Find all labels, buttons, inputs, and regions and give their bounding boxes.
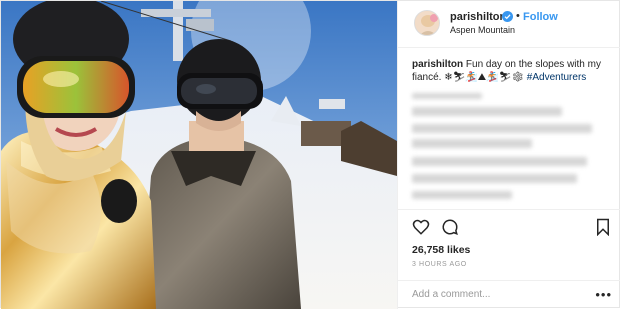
username-link[interactable]: parishilton [450, 11, 506, 23]
avatar-image [415, 11, 439, 35]
post-timestamp[interactable]: 3 HOURS AGO [412, 261, 467, 268]
bookmark-icon[interactable] [594, 218, 612, 236]
blurred-comment [412, 174, 577, 183]
heart-icon[interactable] [412, 218, 430, 236]
blurred-comment [412, 157, 587, 166]
likes-count[interactable]: 26,758 likes [412, 244, 470, 256]
post-header: parishilton • Follow Aspen Mountain [398, 1, 620, 48]
ski-selfie-image [1, 1, 397, 309]
blurred-comment [412, 93, 482, 99]
location-link[interactable]: Aspen Mountain [450, 25, 515, 35]
caption: parishilton Fun day on the slopes with m… [412, 58, 608, 84]
verified-badge-icon [502, 11, 513, 22]
comment-bar: ••• [398, 280, 620, 311]
post-photo[interactable] [1, 1, 397, 309]
caption-username[interactable]: parishilton [412, 59, 463, 70]
blurred-comment [412, 191, 512, 199]
comment-input[interactable] [412, 289, 582, 300]
comment-icon[interactable] [441, 218, 459, 236]
blurred-comment [412, 124, 592, 133]
follow-button[interactable]: Follow [523, 11, 558, 23]
blurred-comment [412, 107, 562, 116]
blurred-comment [412, 139, 532, 148]
instagram-post: parishilton • Follow Aspen Mountain pari… [0, 0, 620, 309]
separator-dot: • [516, 10, 520, 22]
post-side-panel: parishilton • Follow Aspen Mountain pari… [397, 1, 620, 309]
caption-hashtag[interactable]: #Adventurers [527, 72, 586, 83]
avatar[interactable] [414, 10, 440, 36]
more-options-icon[interactable]: ••• [595, 287, 612, 302]
post-actions: 26,758 likes 3 HOURS AGO ••• [398, 209, 620, 310]
